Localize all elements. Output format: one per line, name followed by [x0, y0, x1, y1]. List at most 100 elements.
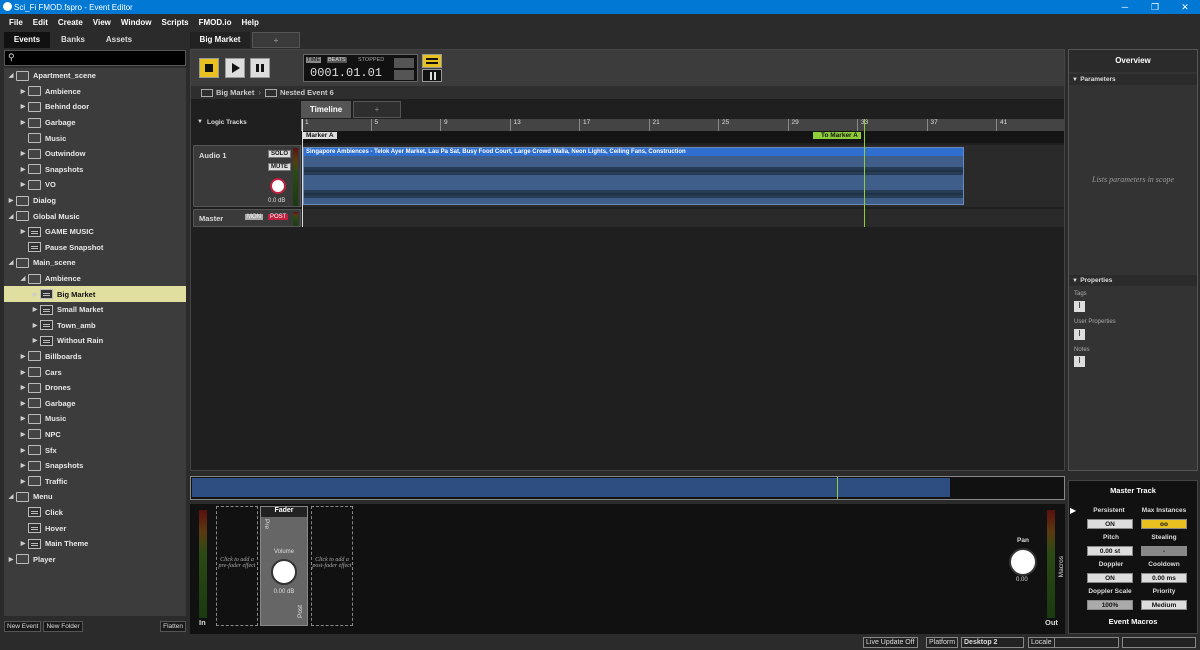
tree-item[interactable]: ▶ Garbage: [4, 115, 186, 131]
tree-item[interactable]: ▶ Traffic: [4, 473, 186, 489]
collapsed-arrow-icon[interactable]: ▶: [30, 322, 40, 329]
collapse-icon[interactable]: ▼: [197, 119, 203, 125]
menu-create[interactable]: Create: [58, 18, 83, 27]
collapsed-arrow-icon[interactable]: ▶: [30, 291, 40, 298]
collapsed-arrow-icon[interactable]: ▶: [18, 150, 28, 157]
tree-item[interactable]: ◢ Ambience: [4, 271, 186, 287]
collapsed-arrow-icon[interactable]: ▶: [6, 197, 16, 204]
fader-volume-knob[interactable]: [271, 559, 297, 585]
tree-item[interactable]: ◢ Menu: [4, 489, 186, 505]
properties-header[interactable]: ▼ Properties: [1069, 275, 1197, 286]
platform-dropdown[interactable]: Desktop 2: [961, 637, 1024, 648]
solo-button[interactable]: SOLO: [268, 150, 292, 158]
add-tab-button[interactable]: +: [252, 32, 300, 48]
expanded-arrow-icon[interactable]: ◢: [6, 213, 16, 220]
collapsed-arrow-icon[interactable]: ▶: [30, 337, 40, 344]
flatten-button[interactable]: Flatten: [160, 621, 186, 632]
tree-item[interactable]: ▶ Drones: [4, 380, 186, 396]
post-button[interactable]: POST: [268, 214, 289, 220]
tree-item[interactable]: ▶ Dialog: [4, 193, 186, 209]
tree-item[interactable]: ▶ NPC: [4, 427, 186, 443]
timeline-ruler[interactable]: 1591317212529333741: [301, 119, 1064, 131]
play-button[interactable]: [225, 58, 245, 78]
collapsed-arrow-icon[interactable]: ▶: [18, 540, 28, 547]
pause-button[interactable]: [250, 58, 270, 78]
breadcrumb-nested[interactable]: Nested Event 6: [280, 88, 334, 97]
time-down-button[interactable]: [394, 70, 414, 80]
collapsed-arrow-icon[interactable]: ▶: [18, 353, 28, 360]
tree-item[interactable]: ▶ Snapshots: [4, 162, 186, 178]
master-header[interactable]: Master MON POST: [193, 209, 301, 227]
collapsed-arrow-icon[interactable]: ▶: [18, 103, 28, 110]
tree-item[interactable]: ▶ Snapshots: [4, 458, 186, 474]
tree-item[interactable]: ▶ VO: [4, 177, 186, 193]
collapsed-arrow-icon[interactable]: ▶: [18, 181, 28, 188]
collapsed-arrow-icon[interactable]: ▶: [18, 384, 28, 391]
tree-item[interactable]: Music: [4, 130, 186, 146]
tree-item[interactable]: ▶ Garbage: [4, 395, 186, 411]
tree-item[interactable]: ▶ Outwindow: [4, 146, 186, 162]
tree-item[interactable]: Hover: [4, 520, 186, 536]
collapsed-arrow-icon[interactable]: ▶: [30, 306, 40, 313]
menu-window[interactable]: Window: [121, 18, 152, 27]
tree-item[interactable]: ▶ Town_amb: [4, 318, 186, 334]
collapsed-arrow-icon[interactable]: ▶: [18, 447, 28, 454]
locale-dropdown[interactable]: [1054, 637, 1119, 648]
timeline-overview-bar[interactable]: [190, 476, 1065, 500]
tree-item[interactable]: ▶ Ambience: [4, 84, 186, 100]
collapsed-arrow-icon[interactable]: ▶: [18, 400, 28, 407]
doppler-scale-field[interactable]: 100%: [1087, 600, 1133, 610]
user-properties-edit-icon[interactable]: I: [1074, 329, 1085, 340]
post-effect-slot[interactable]: Click to add a post-fader effect: [311, 506, 353, 626]
tree-item[interactable]: ▶ Player: [4, 551, 186, 567]
collapsed-arrow-icon[interactable]: ▶: [18, 478, 28, 485]
tree-item[interactable]: ▶ Without Rain: [4, 333, 186, 349]
collapsed-arrow-icon[interactable]: ▶: [18, 462, 28, 469]
search-input[interactable]: ⚲: [4, 50, 186, 66]
max-instances-field[interactable]: oo: [1141, 519, 1187, 529]
marker-a[interactable]: Marker A: [303, 132, 337, 139]
tree-item[interactable]: ▶ Small Market: [4, 302, 186, 318]
tab-timeline[interactable]: Timeline: [301, 101, 351, 118]
expanded-arrow-icon[interactable]: ◢: [18, 275, 28, 282]
tree-item[interactable]: ◢ Main_scene: [4, 255, 186, 271]
new-event-button[interactable]: New Event: [4, 621, 42, 632]
beats-toggle[interactable]: BEATS: [327, 57, 347, 63]
tree-item[interactable]: ▶ Billboards: [4, 349, 186, 365]
time-display[interactable]: TIME BEATS STOPPED 0001.01.01: [303, 54, 418, 82]
tab-events[interactable]: Events: [4, 32, 50, 48]
tree-item[interactable]: ▶ Music: [4, 411, 186, 427]
collapsed-arrow-icon[interactable]: ▶: [18, 228, 28, 235]
persistent-toggle[interactable]: ON: [1087, 519, 1133, 529]
menu-view[interactable]: View: [93, 18, 111, 27]
collapsed-arrow-icon[interactable]: ▶: [18, 369, 28, 376]
time-toggle[interactable]: TIME: [306, 57, 322, 63]
close-button[interactable]: ✕: [1170, 0, 1200, 14]
collapsed-arrow-icon[interactable]: ▶: [18, 166, 28, 173]
tab-assets[interactable]: Assets: [96, 32, 142, 48]
menu-scripts[interactable]: Scripts: [161, 18, 188, 27]
collapsed-arrow-icon[interactable]: ▶: [18, 119, 28, 126]
doppler-toggle[interactable]: ON: [1087, 573, 1133, 583]
tree-item[interactable]: Click: [4, 505, 186, 521]
tab-banks[interactable]: Banks: [50, 32, 96, 48]
menu-help[interactable]: Help: [242, 18, 259, 27]
tags-edit-icon[interactable]: I: [1074, 301, 1085, 312]
stealing-dropdown[interactable]: -: [1141, 546, 1187, 556]
menu-edit[interactable]: Edit: [33, 18, 48, 27]
tree-item[interactable]: ▶ Sfx: [4, 442, 186, 458]
new-folder-button[interactable]: New Folder: [43, 621, 83, 632]
tab-big-market[interactable]: Big Market: [190, 32, 250, 48]
priority-field[interactable]: Medium: [1141, 600, 1187, 610]
playhead[interactable]: [302, 119, 303, 227]
time-up-button[interactable]: [394, 58, 414, 68]
mon-button[interactable]: MON: [245, 214, 263, 220]
collapsed-arrow-icon[interactable]: ▶: [6, 556, 16, 563]
menu-fmodio[interactable]: FMOD.io: [199, 18, 232, 27]
mute-button[interactable]: MUTE: [268, 163, 291, 171]
tree-item[interactable]: Pause Snapshot: [4, 240, 186, 256]
collapsed-arrow-icon[interactable]: ▶: [18, 415, 28, 422]
stop-button[interactable]: [199, 58, 219, 78]
tree-item[interactable]: ▶ Behind door: [4, 99, 186, 115]
minimize-button[interactable]: ─: [1110, 0, 1140, 14]
